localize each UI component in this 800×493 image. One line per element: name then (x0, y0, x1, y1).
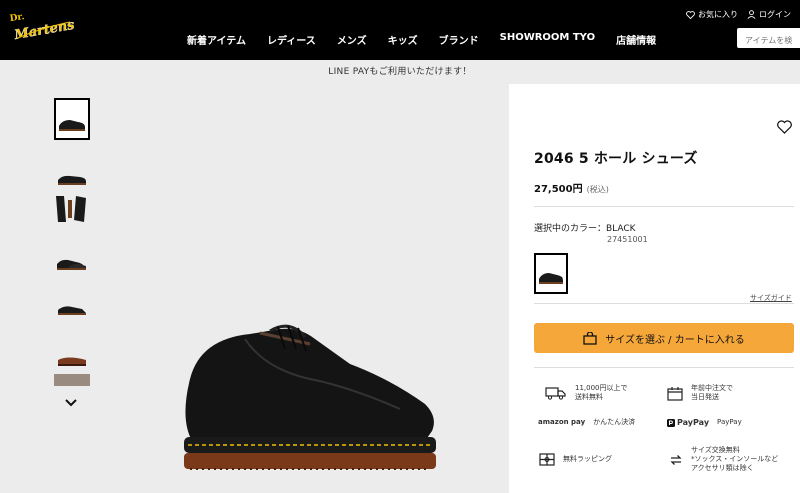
nav-item-stores[interactable]: 店舗情報 (616, 32, 656, 47)
divider (534, 303, 794, 304)
feature-label: 無料ラッピング (563, 455, 612, 463)
notice-banner: LINE PAYもご利用いただけます！ (0, 60, 800, 84)
thumbnail-4[interactable] (54, 250, 90, 276)
color-swatch-black[interactable] (534, 253, 568, 294)
feature-free-shipping: 11,000円以上で 送料無料 (545, 384, 628, 402)
main-nav: 新着アイテム レディース メンズ キッズ ブランド SHOWROOM TYO 店… (187, 32, 677, 47)
top-links: お気に入り ログイン (686, 9, 800, 20)
chevron-down-icon[interactable] (64, 398, 78, 407)
add-to-cart-button[interactable]: サイズを選ぶ / カートに入れる (534, 323, 794, 353)
feature-paypay: PayPay PayPay (667, 418, 742, 427)
nav-item-showroom[interactable]: SHOWROOM TYO (500, 32, 595, 47)
paypay-logo-text: PayPay (677, 418, 710, 427)
login-link[interactable]: ログイン (747, 9, 791, 20)
color-code: 27451001 (607, 235, 648, 244)
price-value: 27,500円 (534, 184, 583, 195)
nav-item-kids[interactable]: キッズ (388, 32, 418, 47)
shoe-thumbnail-image (56, 100, 88, 138)
calendar-icon (667, 386, 683, 401)
thumbnail-1[interactable] (54, 98, 90, 140)
product-main-image[interactable] (170, 309, 440, 474)
thumbnail-2[interactable] (54, 164, 90, 190)
user-icon (747, 10, 756, 19)
feature-gift-wrap: 無料ラッピング (539, 453, 612, 466)
site-header: Dr. Martens お気に入り ログイン 新着アイテム レディース メンズ … (0, 0, 800, 60)
feature-label: かんたん決済 (593, 418, 636, 426)
feature-label: 11,000円以上で 送料無料 (575, 384, 628, 401)
feature-amazon-pay: amazon pay かんたん決済 (538, 418, 635, 427)
feature-label: 年前中注文で 当日発送 (691, 384, 733, 401)
login-label: ログイン (759, 10, 791, 19)
product-info-panel: 2046 5 ホール シューズ 27,500円 (税込) 選択中のカラー：BLAC… (509, 84, 800, 493)
nav-item-ladies[interactable]: レディース (267, 32, 316, 47)
exchange-icon (669, 453, 683, 467)
feature-label: PayPay (717, 418, 742, 426)
add-to-cart-label: サイズを選ぶ / カートに入れる (605, 334, 745, 346)
nav-item-brand[interactable]: ブランド (439, 32, 479, 47)
thumbnail-5[interactable] (54, 296, 90, 322)
feature-same-day: 年前中注文で 当日発送 (667, 384, 733, 402)
nav-item-new[interactable]: 新着アイテム (187, 32, 246, 47)
shopping-bag-icon (583, 331, 597, 345)
feature-label: サイズ交換無料 *ソックス・インソールなど アクセサリ類は除く (691, 446, 779, 472)
wishlist-link[interactable]: お気に入り (686, 9, 738, 20)
truck-icon (545, 386, 567, 400)
divider (534, 367, 794, 368)
thumbnail-3[interactable] (54, 192, 90, 226)
nav-item-mens[interactable]: メンズ (337, 32, 367, 47)
heart-icon (686, 10, 695, 19)
thumbnail-6[interactable] (54, 346, 90, 372)
product-price: 27,500円 (税込) (534, 180, 609, 195)
thumbnail-7[interactable] (54, 374, 90, 386)
paypay-icon: PayPay (667, 418, 709, 427)
size-guide-link[interactable]: サイズガイド (750, 293, 792, 303)
color-label: 選択中のカラー：BLACK (534, 224, 636, 234)
amazon-pay-icon: amazon pay (538, 418, 586, 426)
swatch-shoe-image (539, 273, 563, 284)
wishlist-label: お気に入り (698, 10, 738, 19)
tax-note: (税込) (586, 185, 609, 194)
gift-wrap-icon (539, 453, 555, 466)
feature-size-exchange: サイズ交換無料 *ソックス・インソールなど アクセサリ類は除く (669, 446, 778, 473)
product-title: 2046 5 ホール シューズ (534, 151, 698, 167)
svg-text:Dr.: Dr. (9, 12, 25, 24)
search-input[interactable] (737, 28, 800, 48)
heart-icon[interactable] (777, 120, 792, 134)
divider (534, 206, 794, 207)
product-gallery (0, 84, 509, 493)
dr-martens-logo[interactable]: Dr. Martens (8, 8, 74, 42)
